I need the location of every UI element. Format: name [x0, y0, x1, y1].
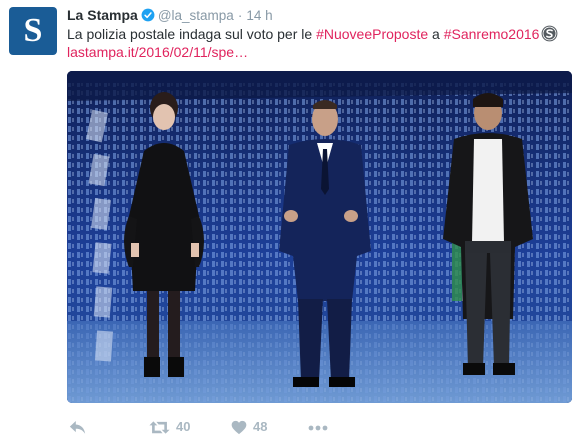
author-name[interactable]: La Stampa [67, 7, 138, 23]
more-dots-icon [308, 425, 328, 431]
more-button[interactable] [308, 418, 328, 436]
tweet-actions: 40 48 [67, 418, 567, 436]
tweet-text-prefix: La polizia postale indaga sul voto per l… [67, 26, 317, 42]
tweet-photo[interactable] [67, 71, 572, 403]
like-count: 48 [253, 419, 268, 434]
tweet-timestamp[interactable]: 14 h [246, 8, 272, 23]
heart-icon [231, 420, 247, 435]
hashtag-nuoveeproposte[interactable]: #NuoveeProposte [316, 26, 428, 42]
retweet-button[interactable]: 40 [149, 418, 190, 436]
header-separator: · [237, 8, 243, 23]
tweet-text-middle: a [428, 26, 444, 42]
reply-button[interactable] [69, 418, 86, 436]
retweet-count: 40 [176, 419, 191, 434]
tweet-link-line: lastampa.it/2016/02/11/spe… [67, 43, 248, 61]
like-button[interactable]: 48 [231, 418, 267, 436]
stage-photo [67, 71, 572, 403]
avatar[interactable]: S [9, 7, 57, 55]
sanremo-s-badge-icon [542, 25, 558, 42]
tweet-text: La polizia postale indaga sul voto per l… [67, 25, 558, 43]
verified-badge-icon [141, 8, 155, 22]
tweet: S La Stampa @la_stampa · 14 h La polizia p… [0, 0, 580, 445]
tweet-header: La Stampa @la_stampa · 14 h [67, 6, 273, 24]
article-link[interactable]: lastampa.it/2016/02/11/spe… [67, 44, 248, 60]
retweet-icon [149, 421, 170, 434]
hashtag-sanremo2016[interactable]: #Sanremo2016 [444, 26, 540, 42]
author-handle[interactable]: @la_stampa [158, 8, 234, 23]
avatar-logo-letter: S [23, 12, 43, 49]
reply-icon [69, 421, 86, 434]
